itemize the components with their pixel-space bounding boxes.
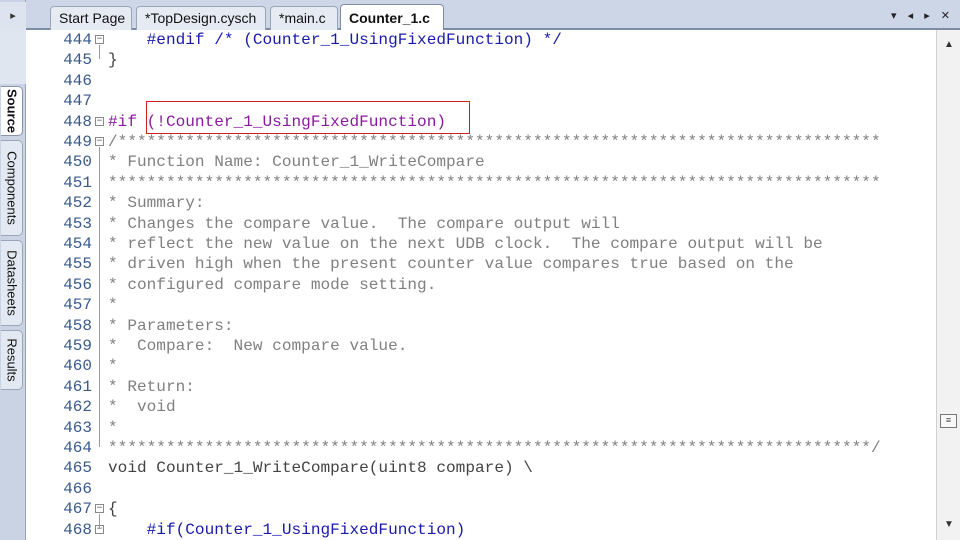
tab-counter-1-c[interactable]: Counter_1.c xyxy=(340,4,444,30)
fold-toggle-icon[interactable]: − xyxy=(95,504,104,514)
code-line[interactable]: 452 * Summary: xyxy=(34,193,936,213)
code-line[interactable]: 445} xyxy=(34,50,936,70)
line-number: 447 xyxy=(63,92,92,111)
scroll-thumb[interactable]: ≡ xyxy=(940,414,957,428)
side-tab-source[interactable]: Source xyxy=(1,86,23,136)
line-number: 449 xyxy=(63,133,92,151)
code-line[interactable]: 453 * Changes the compare value. The comp… xyxy=(34,214,936,234)
line-number: 463 xyxy=(63,418,92,437)
line-number: 446 xyxy=(63,71,92,90)
line-number: 465 xyxy=(63,459,92,478)
code-text: * Compare: New compare value. xyxy=(108,337,408,355)
code-editor[interactable]: 444− #endif /* (Counter_1_UsingFixedFunc… xyxy=(34,30,936,540)
code-text: ****************************************… xyxy=(108,439,881,457)
scroll-down-icon[interactable]: ▼ xyxy=(937,516,960,534)
code-text: /***************************************… xyxy=(108,133,881,151)
vertical-scrollbar[interactable]: ▲ ≡ ▼ xyxy=(936,30,960,540)
code-line[interactable]: 451 *************************************… xyxy=(34,173,936,193)
code-text: } xyxy=(108,51,118,70)
line-number: 452 xyxy=(63,194,92,213)
code-text: * reflect the new value on the next UDB … xyxy=(108,235,823,253)
tab-topdesign[interactable]: *TopDesign.cysch xyxy=(136,6,266,30)
line-number: 453 xyxy=(63,214,92,233)
line-number: 451 xyxy=(63,173,92,192)
tab-main-c[interactable]: *main.c xyxy=(270,6,338,30)
code-text: { xyxy=(108,500,118,519)
line-number: 459 xyxy=(63,337,92,355)
line-number: 448 xyxy=(63,112,92,131)
code-text: * Summary: xyxy=(108,194,205,213)
side-tab-label: Source xyxy=(4,88,19,134)
code-line[interactable]: 467−{ xyxy=(34,499,936,519)
fold-toggle-icon[interactable]: − xyxy=(95,35,104,44)
line-number: 445 xyxy=(63,51,92,70)
code-line[interactable]: 456 * configured compare mode setting. xyxy=(34,275,936,295)
line-number: 450 xyxy=(63,153,92,172)
fold-guide-line xyxy=(99,514,100,529)
code-text: #if(Counter_1_UsingFixedFunction) xyxy=(108,520,466,539)
side-tab-components[interactable]: Components xyxy=(1,140,23,236)
code-line[interactable]: 466 xyxy=(34,479,936,499)
code-line[interactable]: 454 * reflect the new value on the next U… xyxy=(34,234,936,254)
tab-navigation-controls[interactable]: ▾ ◂ ▸ ✕ xyxy=(891,9,954,22)
line-number: 460 xyxy=(63,357,92,376)
document-tab-bar: Start Page *TopDesign.cysch *main.c Coun… xyxy=(26,0,960,30)
code-line[interactable]: 458 * Parameters: xyxy=(34,316,936,336)
line-number: 462 xyxy=(63,398,92,417)
code-text: * Changes the compare value. The compare… xyxy=(108,214,620,233)
side-tab-datasheets[interactable]: Datasheets xyxy=(1,240,23,326)
line-number: 466 xyxy=(63,479,92,498)
line-number: 461 xyxy=(63,377,92,396)
code-line[interactable]: 460 * xyxy=(34,356,936,376)
line-number: 455 xyxy=(63,255,92,274)
code-line[interactable]: 461 * Return: xyxy=(34,377,936,397)
left-dock: ▸ Source Components Datasheets Results xyxy=(0,0,26,540)
code-text: ****************************************… xyxy=(108,173,881,192)
code-text: * void xyxy=(108,398,176,417)
line-number: 444 xyxy=(63,31,92,49)
highlight-box xyxy=(146,101,470,134)
code-text: #endif /* (Counter_1_UsingFixedFunction)… xyxy=(108,31,562,49)
side-tab-label: Datasheets xyxy=(4,250,19,316)
code-line[interactable]: 455 * driven high when the present counte… xyxy=(34,254,936,274)
fold-toggle-icon[interactable]: − xyxy=(95,116,104,126)
line-number: 457 xyxy=(63,296,92,315)
side-tab-results[interactable]: Results xyxy=(1,330,23,390)
fold-guide-line xyxy=(99,45,100,60)
code-text: void Counter_1_WriteCompare(uint8 compar… xyxy=(108,459,533,478)
code-text: * driven high when the present counter v… xyxy=(108,255,794,274)
line-number: 467 xyxy=(63,500,92,519)
fold-guide-line xyxy=(99,147,100,447)
fold-toggle-icon[interactable]: − xyxy=(95,137,104,146)
line-number: 456 xyxy=(63,275,92,294)
line-number: 464 xyxy=(63,439,92,457)
code-text: * xyxy=(108,357,118,376)
code-text: * Return: xyxy=(108,377,195,396)
code-line[interactable]: 449−/***********************************… xyxy=(34,132,936,152)
code-line[interactable]: 459 * Compare: New compare value. xyxy=(34,336,936,356)
pin-icon[interactable]: ▸ xyxy=(0,2,26,28)
code-text: * xyxy=(108,418,118,437)
scroll-up-icon[interactable]: ▲ xyxy=(937,36,960,54)
side-tab-label: Results xyxy=(4,338,19,382)
code-line[interactable]: 464 *************************************… xyxy=(34,438,936,458)
code-line[interactable]: 444− #endif /* (Counter_1_UsingFixedFunc… xyxy=(34,30,936,50)
code-line[interactable]: 463 * xyxy=(34,418,936,438)
line-number: 454 xyxy=(63,235,92,253)
code-line[interactable]: 462 * void xyxy=(34,397,936,417)
dock-spacer xyxy=(0,28,26,84)
code-text: * xyxy=(108,296,118,315)
line-number: 468 xyxy=(63,520,92,539)
tab-start-page[interactable]: Start Page xyxy=(50,6,132,30)
code-line[interactable]: 465 void Counter_1_WriteCompare(uint8 com… xyxy=(34,458,936,478)
code-line[interactable]: 468− #if(Counter_1_UsingFixedFunction) xyxy=(34,520,936,540)
side-tab-label: Components xyxy=(4,151,19,225)
code-text: * Function Name: Counter_1_WriteCompare xyxy=(108,153,485,172)
line-number: 458 xyxy=(63,316,92,335)
code-line[interactable]: 450 * Function Name: Counter_1_WriteCompa… xyxy=(34,152,936,172)
code-text: * configured compare mode setting. xyxy=(108,275,437,294)
code-line[interactable]: 457 * xyxy=(34,295,936,315)
code-text: * Parameters: xyxy=(108,316,234,335)
code-line[interactable]: 446 xyxy=(34,71,936,91)
